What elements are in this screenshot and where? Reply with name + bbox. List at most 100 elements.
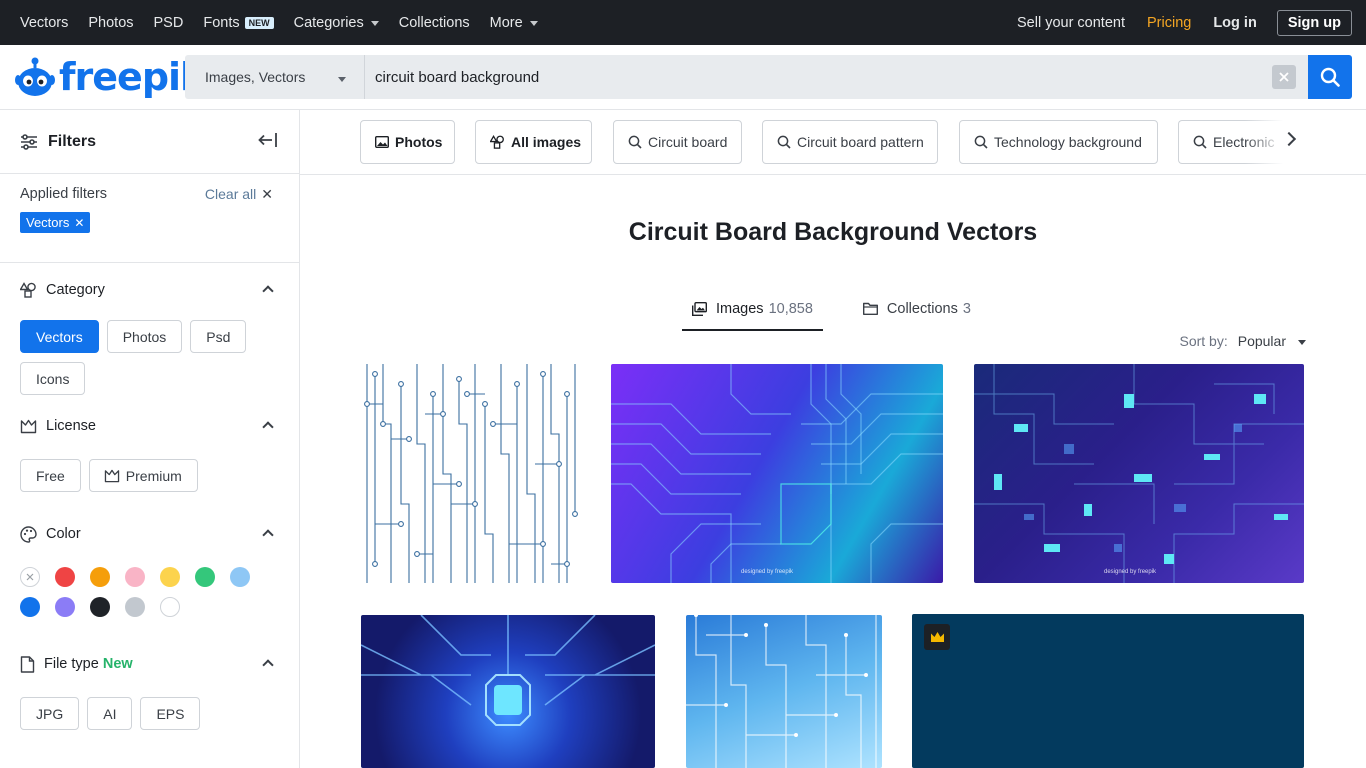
search-icon: [777, 135, 791, 149]
category-toggle[interactable]: Category: [20, 277, 279, 303]
login-link[interactable]: Log in: [1213, 15, 1257, 31]
watermark: designed by freepik: [1104, 569, 1157, 575]
result-thumbnail-premium[interactable]: [912, 614, 1304, 768]
filetype-option-eps[interactable]: EPS: [140, 697, 201, 730]
circuit-pattern-image: [364, 364, 578, 583]
nav-more[interactable]: More: [490, 15, 538, 31]
nav-categories[interactable]: Categories: [294, 15, 379, 31]
color-swatch-red[interactable]: [55, 567, 75, 587]
filetype-section: File type New JPG AI EPS: [0, 651, 299, 739]
signup-button[interactable]: Sign up: [1276, 9, 1352, 36]
nav-psd[interactable]: PSD: [154, 15, 184, 31]
clear-search-button[interactable]: [1272, 65, 1296, 89]
license-section: License Free Premium: [0, 413, 299, 501]
category-section: Category Vectors Photos Psd Icons: [0, 277, 299, 404]
filetype-new-badge: New: [102, 656, 133, 672]
filetype-option-ai[interactable]: AI: [87, 697, 133, 730]
filters-sidebar: Filters Applied filters Clear all ✕ Vecto…: [0, 110, 300, 768]
tag-label: All images: [511, 134, 582, 150]
tags-fade: [1245, 120, 1315, 164]
result-tabs: Images 10,858 Collections 3: [682, 293, 981, 331]
caret-down-icon: [370, 21, 379, 26]
search-input[interactable]: [365, 55, 1272, 99]
nav-collections[interactable]: Collections: [399, 15, 470, 31]
tab-images[interactable]: Images 10,858: [682, 293, 823, 331]
close-icon: ✕: [261, 186, 273, 202]
result-thumbnail[interactable]: designed by freepik: [611, 364, 943, 583]
chevron-up-icon: [262, 529, 274, 541]
result-thumbnail[interactable]: [686, 615, 882, 768]
pricing-link[interactable]: Pricing: [1147, 15, 1191, 31]
color-swatch-pink[interactable]: [125, 567, 145, 587]
close-icon: [1279, 72, 1289, 82]
applied-filter-chip[interactable]: Vectors ✕: [20, 212, 91, 233]
shapes-icon: [490, 135, 504, 149]
filetype-title: File type New: [44, 656, 133, 672]
result-thumbnail[interactable]: [361, 615, 655, 768]
category-option-photos[interactable]: Photos: [106, 320, 183, 353]
tag-technology-background[interactable]: Technology background: [959, 120, 1158, 164]
tag-photos[interactable]: Photos: [360, 120, 455, 164]
folder-icon: [862, 302, 878, 315]
palette-icon: [20, 525, 37, 543]
collapse-sidebar-button[interactable]: [257, 132, 277, 153]
color-swatch-gray[interactable]: [125, 597, 145, 617]
freepik-logo[interactable]: freepik: [15, 55, 205, 99]
color-swatch-black[interactable]: [90, 597, 110, 617]
license-options: Free Premium: [20, 459, 279, 501]
images-icon: [692, 302, 707, 316]
color-swatch-purple[interactable]: [55, 597, 75, 617]
tab-collections[interactable]: Collections 3: [853, 293, 981, 331]
tag-circuit-board[interactable]: Circuit board: [613, 120, 742, 164]
category-option-icons[interactable]: Icons: [20, 362, 86, 395]
shapes-icon: [20, 282, 36, 298]
tag-label: Circuit board pattern: [797, 134, 924, 150]
result-thumbnail[interactable]: [361, 364, 579, 583]
clear-all-label: Clear all: [204, 186, 257, 202]
clear-all-button[interactable]: Clear all ✕: [205, 186, 273, 203]
color-swatches: [20, 567, 279, 617]
search-icon: [1320, 67, 1340, 87]
category-option-vectors[interactable]: Vectors: [20, 320, 99, 353]
color-swatch-yellow[interactable]: [160, 567, 180, 587]
license-toggle[interactable]: License: [20, 413, 279, 439]
nav-vectors[interactable]: Vectors: [20, 15, 68, 31]
result-thumbnail[interactable]: designed by freepik: [974, 364, 1304, 583]
sort-by: Sort by: Popular: [1179, 333, 1306, 349]
related-tags-bar: Photos All images Circuit board Circuit …: [300, 110, 1366, 175]
file-icon: [20, 655, 35, 673]
license-premium-label: Premium: [125, 467, 182, 484]
nav-photos[interactable]: Photos: [88, 15, 133, 31]
tab-collections-label: Collections: [886, 301, 958, 317]
category-option-psd[interactable]: Psd: [190, 320, 247, 353]
color-title: Color: [46, 526, 81, 542]
tab-collections-count: 3: [962, 301, 971, 317]
search-icon: [628, 135, 642, 149]
search-box: Images, Vectors: [185, 55, 1308, 99]
tag-label: Technology background: [994, 134, 1142, 150]
category-options: Vectors Photos Psd Icons: [20, 320, 279, 404]
filetype-toggle[interactable]: File type New: [20, 651, 279, 677]
nav-fonts[interactable]: Fonts NEW: [203, 15, 274, 31]
search-type-dropdown[interactable]: Images, Vectors: [185, 55, 365, 99]
license-option-free[interactable]: Free: [20, 459, 81, 492]
close-icon: ✕: [74, 215, 85, 230]
color-swatch-green[interactable]: [195, 567, 215, 587]
color-swatch-light-blue[interactable]: [230, 567, 250, 587]
tag-all-images[interactable]: All images: [475, 120, 592, 164]
license-option-premium[interactable]: Premium: [88, 459, 198, 492]
filetype-option-jpg[interactable]: JPG: [20, 697, 80, 730]
search-button[interactable]: [1308, 55, 1352, 99]
color-toggle[interactable]: Color: [20, 521, 279, 547]
arrow-left-bar-icon: [258, 133, 277, 147]
color-swatch-none[interactable]: [20, 567, 40, 587]
sell-content-link[interactable]: Sell your content: [1017, 15, 1125, 31]
color-swatch-orange[interactable]: [90, 567, 110, 587]
color-swatch-blue[interactable]: [20, 597, 40, 617]
tag-label: Photos: [395, 134, 443, 150]
crown-outline-icon: [104, 469, 119, 482]
image-icon: [375, 136, 389, 148]
tag-circuit-board-pattern[interactable]: Circuit board pattern: [762, 120, 938, 164]
sort-dropdown[interactable]: Popular: [1238, 333, 1286, 349]
color-swatch-white[interactable]: [160, 597, 180, 617]
